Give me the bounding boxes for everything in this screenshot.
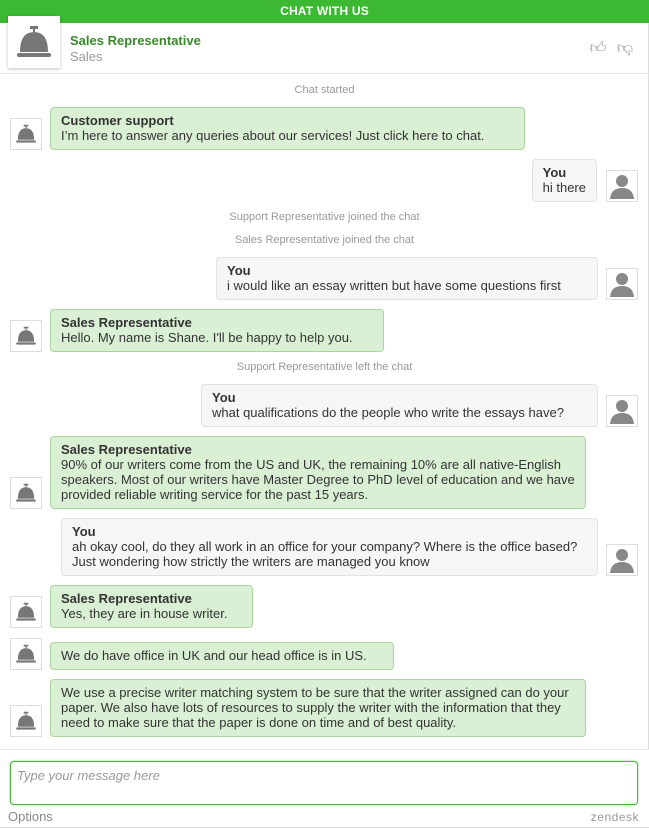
service-bell-icon — [16, 483, 36, 502]
message-text: Hello. My name is Shane. I'll be happy t… — [61, 330, 353, 345]
visitor-message: You hi there — [531, 159, 597, 202]
agent-avatar — [10, 477, 42, 509]
user-silhouette-icon — [610, 175, 634, 199]
message-text: ah okay cool, do they all work in an off… — [72, 539, 578, 569]
message-sender: You — [542, 165, 567, 180]
agent-avatar — [8, 16, 60, 68]
agent-avatar — [10, 705, 42, 737]
agent-message: We do have office in UK and our head off… — [50, 642, 394, 670]
message-sender: Sales Representative — [61, 591, 192, 606]
message-text: i would like an essay written but have s… — [227, 278, 561, 293]
user-silhouette-icon — [610, 273, 634, 297]
system-message: Support Representative joined the chat — [229, 211, 420, 223]
agent-message: We use a precise writer matching system … — [50, 679, 586, 737]
agent-message: Sales Representative Hello. My name is Sh… — [50, 309, 384, 352]
agent-name: Sales Representative — [70, 33, 201, 48]
system-message: Chat started — [294, 84, 355, 96]
message-text: We do have office in UK and our head off… — [61, 648, 367, 663]
agent-avatar — [10, 118, 42, 150]
agent-department: Sales — [70, 49, 103, 64]
zendesk-brand-link[interactable]: zendesk — [591, 810, 639, 824]
service-bell-icon — [16, 326, 36, 345]
message-sender: You — [227, 263, 251, 278]
visitor-avatar — [606, 395, 638, 427]
visitor-message: You i would like an essay written but hav… — [216, 257, 598, 300]
agent-avatar — [10, 596, 42, 628]
divider — [0, 749, 649, 750]
system-message: Support Representative left the chat — [236, 361, 413, 373]
agent-avatar — [10, 320, 42, 352]
service-bell-icon — [16, 644, 36, 663]
visitor-avatar — [606, 544, 638, 576]
user-silhouette-icon — [610, 400, 634, 424]
service-bell-icon — [16, 124, 36, 143]
message-text: what qualifications do the people who wr… — [212, 405, 564, 420]
agent-message: Sales Representative 90% of our writers c… — [50, 436, 586, 509]
visitor-avatar — [606, 268, 638, 300]
message-sender: Sales Representative — [61, 442, 192, 457]
chat-title-bar[interactable]: CHAT WITH US — [0, 0, 649, 23]
message-sender: Sales Representative — [61, 315, 192, 330]
agent-avatar — [10, 638, 42, 670]
service-bell-icon — [16, 602, 36, 621]
message-text: I’m here to answer any queries about our… — [61, 128, 485, 143]
visitor-message: You ah okay cool, do they all work in an … — [61, 518, 598, 576]
thumbs-down-icon[interactable]: 👎︎ — [615, 39, 635, 59]
chat-log[interactable]: Chat started Customer support I’m here to … — [0, 74, 649, 749]
message-text: We use a precise writer matching system … — [61, 685, 569, 730]
bottom-border — [0, 827, 649, 828]
thumbs-up-icon[interactable]: 👍︎ — [588, 39, 608, 59]
service-bell-icon — [16, 711, 36, 730]
service-bell-icon — [17, 26, 51, 57]
message-sender: You — [72, 524, 96, 539]
message-sender: Customer support — [61, 113, 174, 128]
agent-header: Sales Representative Sales 👍︎ 👎︎ — [0, 16, 649, 74]
visitor-avatar — [606, 170, 638, 202]
user-silhouette-icon — [610, 549, 634, 573]
visitor-message: You what qualifications do the people who… — [201, 384, 598, 427]
message-input[interactable] — [10, 761, 638, 805]
message-sender: You — [212, 390, 236, 405]
message-text: 90% of our writers come from the US and … — [61, 457, 575, 502]
message-text: hi there — [542, 180, 586, 195]
agent-message: Sales Representative Yes, they are in hou… — [50, 585, 253, 628]
options-link[interactable]: Options — [8, 809, 53, 824]
message-text: Yes, they are in house writer. — [61, 606, 228, 621]
system-message: Sales Representative joined the chat — [234, 234, 415, 246]
agent-message: Customer support I’m here to answer any q… — [50, 107, 525, 150]
